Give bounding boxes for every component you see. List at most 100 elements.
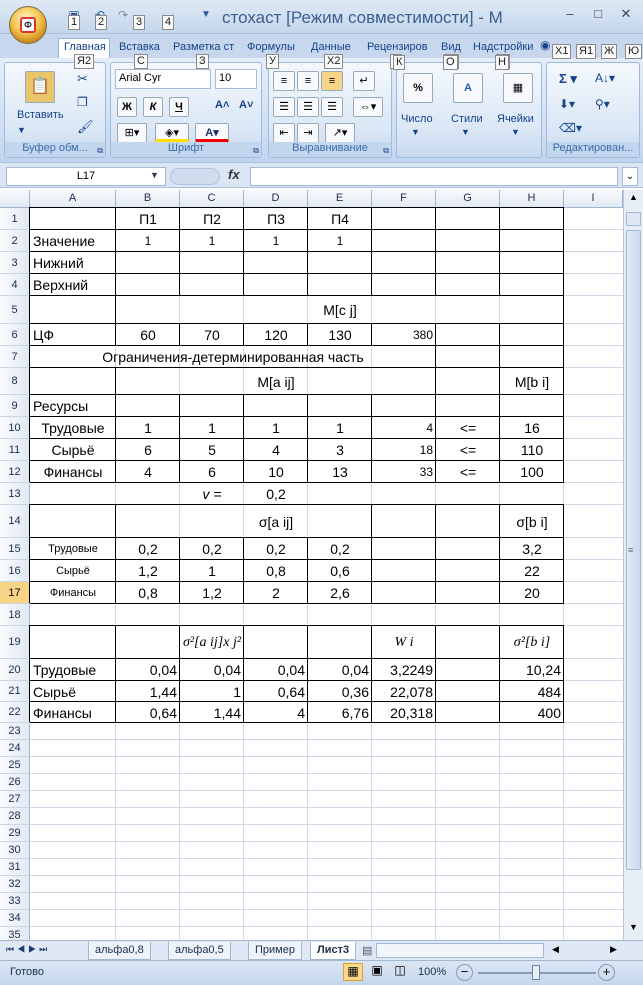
redo-icon[interactable]: ↷ (115, 8, 131, 24)
row-header[interactable]: 16 (0, 560, 30, 582)
cell-a3[interactable]: Нижний (30, 252, 116, 274)
row-header[interactable]: 8 (0, 368, 30, 395)
cell-d22[interactable]: 4 (244, 702, 308, 723)
cell-b11[interactable]: 6 (116, 439, 180, 461)
expand-formula-bar-icon[interactable]: ⌄ (622, 167, 638, 186)
cell-d13[interactable]: 0,2 (244, 483, 308, 505)
cut-icon[interactable]: ✂ (77, 71, 88, 87)
cell-h11[interactable]: 110 (500, 439, 564, 461)
row-header[interactable]: 7 (0, 346, 30, 368)
column-header[interactable]: H (500, 190, 564, 208)
cells-icon[interactable]: ▦ (503, 73, 533, 103)
cell-a2[interactable]: Значение (30, 230, 116, 252)
cell-e6[interactable]: 130 (308, 324, 372, 346)
number-button[interactable]: Число (401, 113, 433, 125)
paste-icon[interactable]: 📋 (25, 71, 55, 103)
row-header[interactable]: 27 (0, 791, 30, 808)
cell-c21[interactable]: 1 (180, 681, 244, 702)
row-header[interactable]: 9 (0, 395, 30, 417)
cell-h10[interactable]: 16 (500, 417, 564, 439)
cell-a12[interactable]: Финансы (30, 461, 116, 483)
cell-b16[interactable]: 1,2 (116, 560, 180, 582)
find-select-icon[interactable]: ⚲▾ (595, 97, 610, 111)
cell-d20[interactable]: 0,04 (244, 659, 308, 681)
page-layout-view-icon[interactable]: ▣ (367, 963, 387, 981)
row-header[interactable]: 14 (0, 505, 30, 538)
fill-icon[interactable]: ⬇▾ (559, 97, 575, 111)
align-left-icon[interactable]: ☰ (273, 97, 295, 117)
row-header[interactable]: 6 (0, 324, 30, 346)
cell-a11[interactable]: Сырьё (30, 439, 116, 461)
paste-dropdown-icon[interactable]: ▼ (17, 125, 26, 135)
column-header[interactable]: E (308, 190, 372, 208)
sort-filter-icon[interactable]: A↓▾ (595, 71, 615, 85)
row-header[interactable]: 33 (0, 893, 30, 910)
copy-icon[interactable]: ❐ (77, 95, 88, 109)
row-header[interactable]: 29 (0, 825, 30, 842)
cell-c16[interactable]: 1 (180, 560, 244, 582)
column-header[interactable]: B (116, 190, 180, 208)
row-header[interactable]: 11 (0, 439, 30, 461)
cell-g11[interactable]: <= (436, 439, 500, 461)
sheet-nav-icons[interactable]: ⏮◀▶⏭ (6, 944, 50, 955)
cell-b6[interactable]: 60 (116, 324, 180, 346)
align-top-icon[interactable]: ≡ (273, 71, 295, 91)
cell-f12[interactable]: 33 (372, 461, 436, 483)
styles-dropdown-icon[interactable]: ▼ (461, 127, 470, 137)
cell-e16[interactable]: 0,6 (308, 560, 372, 582)
scroll-split-handle[interactable] (626, 212, 641, 226)
row-header[interactable]: 19 (0, 626, 30, 659)
cell-c14[interactable]: σ[a ij] (116, 505, 436, 538)
align-right-icon[interactable]: ☰ (321, 97, 343, 117)
row-header[interactable]: 30 (0, 842, 30, 859)
clipboard-launcher-icon[interactable]: ⧉ (97, 146, 103, 156)
cell-a16[interactable]: Сырьё (30, 560, 116, 582)
row-header[interactable]: 26 (0, 774, 30, 791)
cell-d16[interactable]: 0,8 (244, 560, 308, 582)
cell-c19[interactable]: σ²[a ij]x j² (180, 626, 244, 659)
cell-d8[interactable]: M[a ij] (116, 368, 436, 395)
increase-font-icon[interactable]: A˄ (215, 99, 229, 111)
bold-button[interactable]: Ж (117, 97, 137, 117)
minimize-button[interactable]: – (560, 6, 580, 24)
cell-d12[interactable]: 10 (244, 461, 308, 483)
cells-button[interactable]: Ячейки (497, 113, 534, 125)
sheet-tab-alpha05[interactable]: альфа0,5 (168, 942, 231, 960)
cell-f22[interactable]: 20,318 (372, 702, 436, 723)
cell-b21[interactable]: 1,44 (116, 681, 180, 702)
row-header[interactable]: 20 (0, 659, 30, 681)
cell-e10[interactable]: 1 (308, 417, 372, 439)
autosum-icon[interactable]: Σ ▾ (559, 71, 577, 87)
cell-h16[interactable]: 22 (500, 560, 564, 582)
cell-a10[interactable]: Трудовые (30, 417, 116, 439)
row-header[interactable]: 31 (0, 859, 30, 876)
cell-a4[interactable]: Верхний (30, 274, 116, 296)
horizontal-scrollbar[interactable] (376, 943, 544, 958)
row-header[interactable]: 25 (0, 757, 30, 774)
column-header[interactable]: I (564, 190, 623, 208)
cell-h14[interactable]: σ[b i] (500, 505, 564, 538)
cell-a7[interactable]: Ограничения-детерминированная часть (30, 346, 436, 368)
cell-d10[interactable]: 1 (244, 417, 308, 439)
cell-e20[interactable]: 0,04 (308, 659, 372, 681)
row-header[interactable]: 2 (0, 230, 30, 252)
cell-a6[interactable]: ЦФ (30, 324, 116, 346)
cell-c13[interactable]: v = (180, 483, 244, 505)
cell-e2[interactable]: 1 (308, 230, 372, 252)
clear-icon[interactable]: ⌫▾ (559, 121, 582, 135)
paste-button[interactable]: Вставить (17, 109, 64, 121)
cell-b12[interactable]: 4 (116, 461, 180, 483)
select-all-corner[interactable] (0, 190, 30, 208)
row-header[interactable]: 4 (0, 274, 30, 296)
insert-sheet-icon[interactable]: ▤ (362, 944, 372, 957)
cell-f11[interactable]: 18 (372, 439, 436, 461)
row-header[interactable]: 34 (0, 910, 30, 927)
row-header[interactable]: 12 (0, 461, 30, 483)
cell-d2[interactable]: 1 (244, 230, 308, 252)
cell-e17[interactable]: 2,6 (308, 582, 372, 604)
column-header[interactable]: A (30, 190, 116, 208)
name-box-dropdown-icon[interactable]: ▼ (150, 170, 159, 180)
cell-f10[interactable]: 4 (372, 417, 436, 439)
zoom-out-icon[interactable]: − (456, 964, 473, 981)
wrap-text-icon[interactable]: ↵ (353, 71, 375, 91)
